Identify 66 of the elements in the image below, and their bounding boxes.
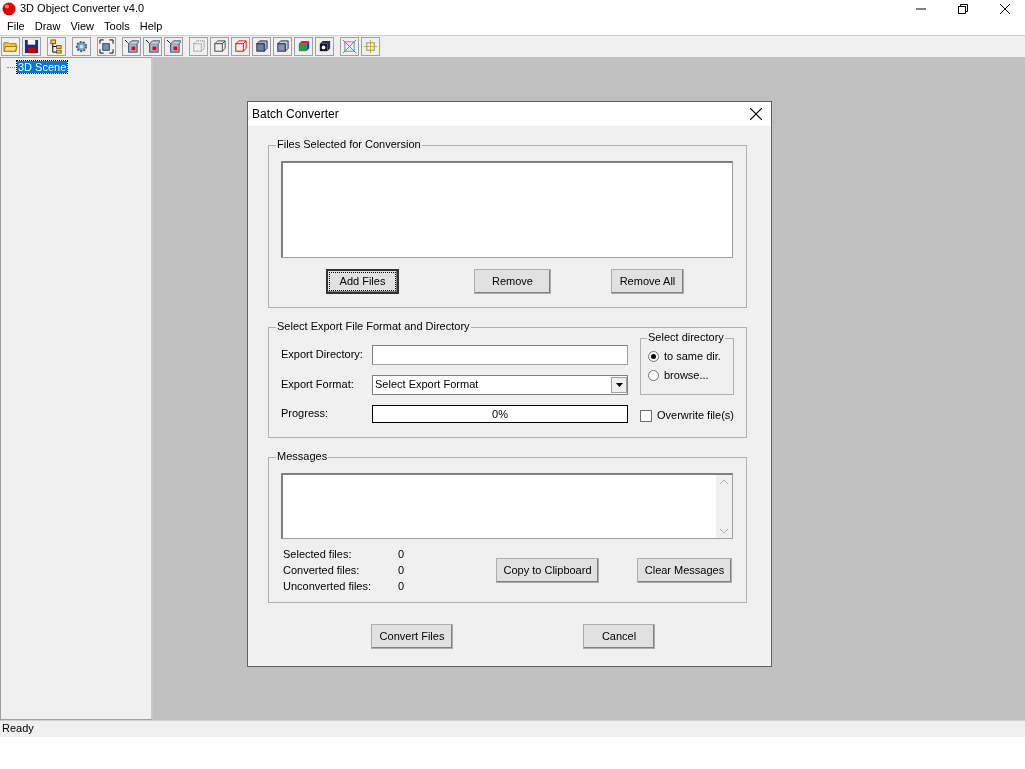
stat-label: Converted files:: [283, 564, 361, 578]
tree-item[interactable]: 3D Scene: [17, 61, 68, 73]
solid-cube-icon: [254, 39, 269, 54]
bounding-box-icon: [342, 39, 357, 54]
menu-item[interactable]: Help: [134, 19, 168, 34]
menu-item[interactable]: Tools: [99, 19, 135, 34]
menu-item[interactable]: Draw: [29, 19, 66, 34]
file-list[interactable]: [281, 161, 733, 258]
close-icon[interactable]: [1000, 4, 1010, 14]
stat-value: 0: [398, 564, 406, 578]
center-point-icon: [363, 39, 378, 54]
progress-reading: 0%: [491, 407, 509, 422]
menu-item[interactable]: File: [2, 19, 30, 34]
caret-icon: [615, 383, 623, 387]
group-title: Messages: [276, 450, 329, 464]
colored-cube-icon: [296, 39, 311, 54]
toolbar-button[interactable]: [47, 37, 66, 56]
export-directory-field[interactable]: [372, 345, 628, 365]
dotted-cube-icon: [191, 39, 206, 54]
group-title: Select Export File Format and Directory: [276, 320, 471, 334]
dialog-button[interactable]: Cancel: [583, 624, 655, 649]
folder-icon: [3, 39, 18, 54]
dialog-button[interactable]: Convert Files: [371, 624, 453, 649]
radio-button[interactable]: [648, 351, 659, 363]
dialog-title: Batch Converter: [252, 106, 339, 122]
stat-label: Unconverted files:: [283, 580, 373, 594]
dialog-button[interactable]: Remove All: [611, 269, 684, 294]
window-title: 3D Object Converter v4.0: [20, 2, 145, 16]
gear-icon: [74, 39, 89, 54]
close-icon[interactable]: [750, 108, 762, 120]
textured-cube-icon: [317, 39, 332, 54]
restore-icon[interactable]: [958, 4, 968, 14]
stat-value: 0: [398, 580, 406, 594]
stat-value: 0: [398, 548, 406, 562]
toolbar-button[interactable]: [22, 37, 41, 56]
radio-button[interactable]: [648, 370, 659, 382]
checkbox-label[interactable]: Overwrite file(s): [657, 409, 734, 423]
menu-item[interactable]: View: [65, 19, 100, 34]
fit-view-icon: [99, 39, 114, 54]
stat-label: Selected files:: [283, 548, 353, 562]
wireframe-cube-icon: [212, 39, 227, 54]
group-title: Select directory: [647, 331, 725, 345]
field-label: Export Directory:: [281, 348, 364, 362]
export-format-dropdown[interactable]: Select Export Format: [372, 375, 628, 395]
option-label[interactable]: to same dir.: [664, 350, 721, 364]
dialog-button[interactable]: Copy to Clipboard: [496, 558, 599, 584]
toolbar-button[interactable]: [315, 37, 334, 56]
messages-box[interactable]: [281, 473, 733, 539]
dialog-button[interactable]: Clear Messages: [637, 558, 732, 584]
toolbar-button[interactable]: [273, 37, 292, 56]
dialog-button[interactable]: Remove: [474, 269, 551, 294]
dialog-button[interactable]: Add Files: [326, 269, 399, 294]
app-logo-icon: [2, 2, 16, 16]
option-label[interactable]: browse...: [664, 369, 709, 383]
shaded-cube-icon: [275, 39, 290, 54]
field-label: Export Format:: [281, 378, 355, 392]
tree-hierarchy-icon: [49, 39, 64, 54]
axis-view-icon: [145, 39, 160, 54]
field-label: Progress:: [281, 407, 330, 421]
status-text: Ready: [2, 722, 34, 734]
wireframe-cube-icon: [233, 39, 248, 54]
toolbar-button[interactable]: [294, 37, 313, 56]
toolbar-button[interactable]: [252, 37, 271, 56]
checkbox[interactable]: [640, 409, 652, 422]
axis-view-icon: [124, 39, 139, 54]
axis-view-icon: [166, 39, 181, 54]
